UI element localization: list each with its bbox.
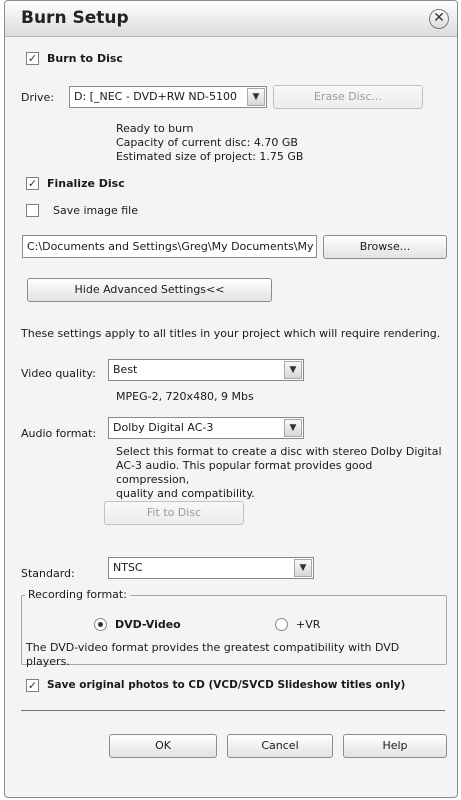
dvd-video-label: DVD-Video — [115, 618, 181, 631]
video-quality-label: Video quality: — [21, 367, 96, 380]
advanced-intro-text: These settings apply to all titles in yo… — [21, 327, 441, 340]
burn-to-disc-label: Burn to Disc — [47, 52, 123, 65]
standard-label: Standard: — [21, 567, 75, 580]
chevron-down-icon[interactable]: ▼ — [284, 419, 302, 437]
recording-format-label: Recording format: — [25, 588, 130, 601]
audio-desc-line: Select this format to create a disc with… — [116, 445, 442, 458]
audio-format-value: Dolby Digital AC-3 — [113, 421, 214, 434]
finalize-disc-checkbox[interactable]: ✓ — [26, 177, 39, 190]
save-original-photos-label: Save original photos to CD (VCD/SVCD Sli… — [47, 679, 406, 691]
image-path-field[interactable]: C:\Documents and Settings\Greg\My Docume… — [22, 235, 317, 258]
standard-value: NTSC — [113, 561, 143, 574]
dvd-video-radio[interactable] — [94, 618, 107, 631]
erase-disc-button[interactable]: Erase Disc... — [273, 85, 423, 109]
audio-desc-line: AC-3 audio. This popular format provides… — [116, 459, 373, 486]
burn-setup-dialog: Burn Setup ✕ ✓ Burn to Disc Drive: D: [_… — [4, 0, 458, 798]
audio-format-dropdown[interactable]: Dolby Digital AC-3 ▼ — [108, 417, 304, 439]
vr-radio[interactable] — [275, 618, 288, 631]
vr-label: +VR — [296, 618, 321, 631]
cancel-button[interactable]: Cancel — [227, 734, 333, 758]
chevron-down-icon[interactable]: ▼ — [284, 361, 302, 379]
save-original-photos-checkbox[interactable]: ✓ — [26, 679, 39, 692]
chevron-down-icon[interactable]: ▼ — [294, 559, 312, 577]
status-capacity: Capacity of current disc: 4.70 GB — [116, 136, 298, 149]
browse-button[interactable]: Browse... — [323, 235, 447, 259]
audio-format-description: Select this format to create a disc with… — [116, 445, 446, 501]
footer-divider — [21, 710, 445, 711]
save-image-checkbox[interactable] — [26, 204, 39, 217]
burn-status: Ready to burn Capacity of current disc: … — [116, 122, 303, 164]
video-quality-dropdown[interactable]: Best ▼ — [108, 359, 304, 381]
audio-desc-line: quality and compatibility. — [116, 487, 255, 500]
help-button[interactable]: Help — [343, 734, 447, 758]
status-ready: Ready to burn — [116, 122, 194, 135]
drive-label: Drive: — [21, 91, 55, 104]
standard-dropdown[interactable]: NTSC ▼ — [108, 557, 314, 579]
close-icon[interactable]: ✕ — [429, 9, 449, 29]
fit-to-disc-button[interactable]: Fit to Disc — [104, 501, 244, 525]
burn-to-disc-checkbox[interactable]: ✓ — [26, 52, 39, 65]
dialog-title: Burn Setup — [21, 8, 129, 28]
audio-format-label: Audio format: — [21, 427, 97, 440]
ok-button[interactable]: OK — [109, 734, 217, 758]
status-estimated-size: Estimated size of project: 1.75 GB — [116, 150, 304, 163]
drive-dropdown-value: D: [_NEC - DVD+RW ND-5100 — [74, 90, 238, 103]
video-quality-info: MPEG-2, 720x480, 9 Mbs — [116, 390, 254, 403]
format-desc-line: The DVD-video format provides the greate… — [26, 641, 400, 654]
title-bar[interactable]: Burn Setup ✕ — [5, 1, 457, 37]
chevron-down-icon[interactable]: ▼ — [247, 88, 265, 106]
save-image-label: Save image file — [53, 204, 139, 217]
finalize-disc-label: Finalize Disc — [47, 177, 125, 190]
format-desc-line: players. — [26, 655, 70, 668]
drive-dropdown[interactable]: D: [_NEC - DVD+RW ND-5100 ▼ — [69, 86, 267, 108]
video-quality-value: Best — [113, 363, 138, 376]
hide-advanced-settings-button[interactable]: Hide Advanced Settings<< — [27, 278, 272, 302]
recording-format-description: The DVD-video format provides the greate… — [26, 641, 441, 669]
